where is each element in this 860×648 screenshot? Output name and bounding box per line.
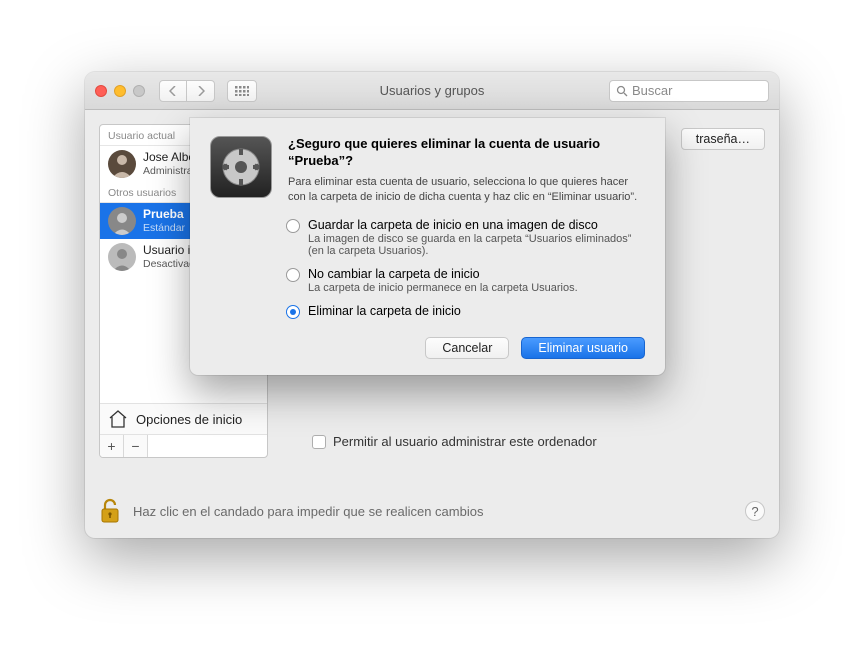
- startup-options-button[interactable]: Opciones de inicio: [100, 404, 267, 435]
- lock-hint: Haz clic en el candado para impedir que …: [133, 504, 483, 519]
- back-button[interactable]: [159, 80, 187, 102]
- user-role: Desactivad: [143, 258, 195, 270]
- nav-buttons: [159, 80, 215, 102]
- forward-button[interactable]: [187, 80, 215, 102]
- user-role: Estándar: [143, 222, 185, 234]
- lock-row: Haz clic en el candado para impedir que …: [99, 498, 765, 524]
- confirm-delete-button[interactable]: Eliminar usuario: [521, 337, 645, 359]
- option-save-dmg[interactable]: Guardar la carpeta de inicio en una imag…: [286, 218, 645, 257]
- radio-button[interactable]: [286, 219, 300, 233]
- zoom-window-button[interactable]: [133, 85, 145, 97]
- option-label: Guardar la carpeta de inicio en una imag…: [308, 218, 645, 232]
- avatar: [108, 243, 136, 271]
- show-all-button[interactable]: [227, 80, 257, 102]
- startup-options-label: Opciones de inicio: [136, 412, 242, 427]
- house-icon: [108, 410, 128, 428]
- avatar: [108, 207, 136, 235]
- add-user-button[interactable]: +: [100, 435, 124, 457]
- change-password-button[interactable]: traseña…: [681, 128, 765, 150]
- option-delete-home[interactable]: Eliminar la carpeta de inicio: [286, 304, 645, 319]
- user-name: Usuario i: [143, 244, 195, 258]
- radio-button[interactable]: [286, 305, 300, 319]
- cancel-button[interactable]: Cancelar: [425, 337, 509, 359]
- user-name: Jose Albe: [143, 151, 195, 165]
- option-label: No cambiar la carpeta de inicio: [308, 267, 578, 281]
- search-placeholder: Buscar: [632, 83, 672, 98]
- option-subtext: La imagen de disco se guarda en la carpe…: [308, 233, 645, 257]
- search-input[interactable]: Buscar: [609, 80, 769, 102]
- help-button[interactable]: ?: [745, 501, 765, 521]
- remove-user-button[interactable]: −: [124, 435, 148, 457]
- sheet-title: ¿Seguro que quieres eliminar la cuenta d…: [288, 136, 645, 170]
- option-keep-home[interactable]: No cambiar la carpeta de inicio La carpe…: [286, 267, 645, 294]
- search-icon: [616, 85, 628, 97]
- user-role: Administra: [143, 165, 195, 177]
- minimize-window-button[interactable]: [114, 85, 126, 97]
- sheet-description: Para eliminar esta cuenta de usuario, se…: [288, 175, 645, 205]
- admin-checkbox-row[interactable]: Permitir al usuario administrar este ord…: [312, 434, 597, 449]
- radio-button[interactable]: [286, 268, 300, 282]
- close-window-button[interactable]: [95, 85, 107, 97]
- option-subtext: La carpeta de inicio permanece en la car…: [308, 282, 578, 294]
- user-name: Prueba: [143, 208, 185, 222]
- delete-user-sheet: ¿Seguro que quieres eliminar la cuenta d…: [190, 118, 665, 375]
- traffic-lights: [95, 85, 145, 97]
- avatar: [108, 150, 136, 178]
- padlock-open-icon[interactable]: [99, 498, 121, 524]
- titlebar: Usuarios y grupos Buscar: [85, 72, 779, 110]
- gear-icon: [210, 136, 272, 198]
- admin-checkbox-label: Permitir al usuario administrar este ord…: [333, 434, 597, 449]
- admin-checkbox[interactable]: [312, 435, 326, 449]
- option-label: Eliminar la carpeta de inicio: [308, 304, 461, 318]
